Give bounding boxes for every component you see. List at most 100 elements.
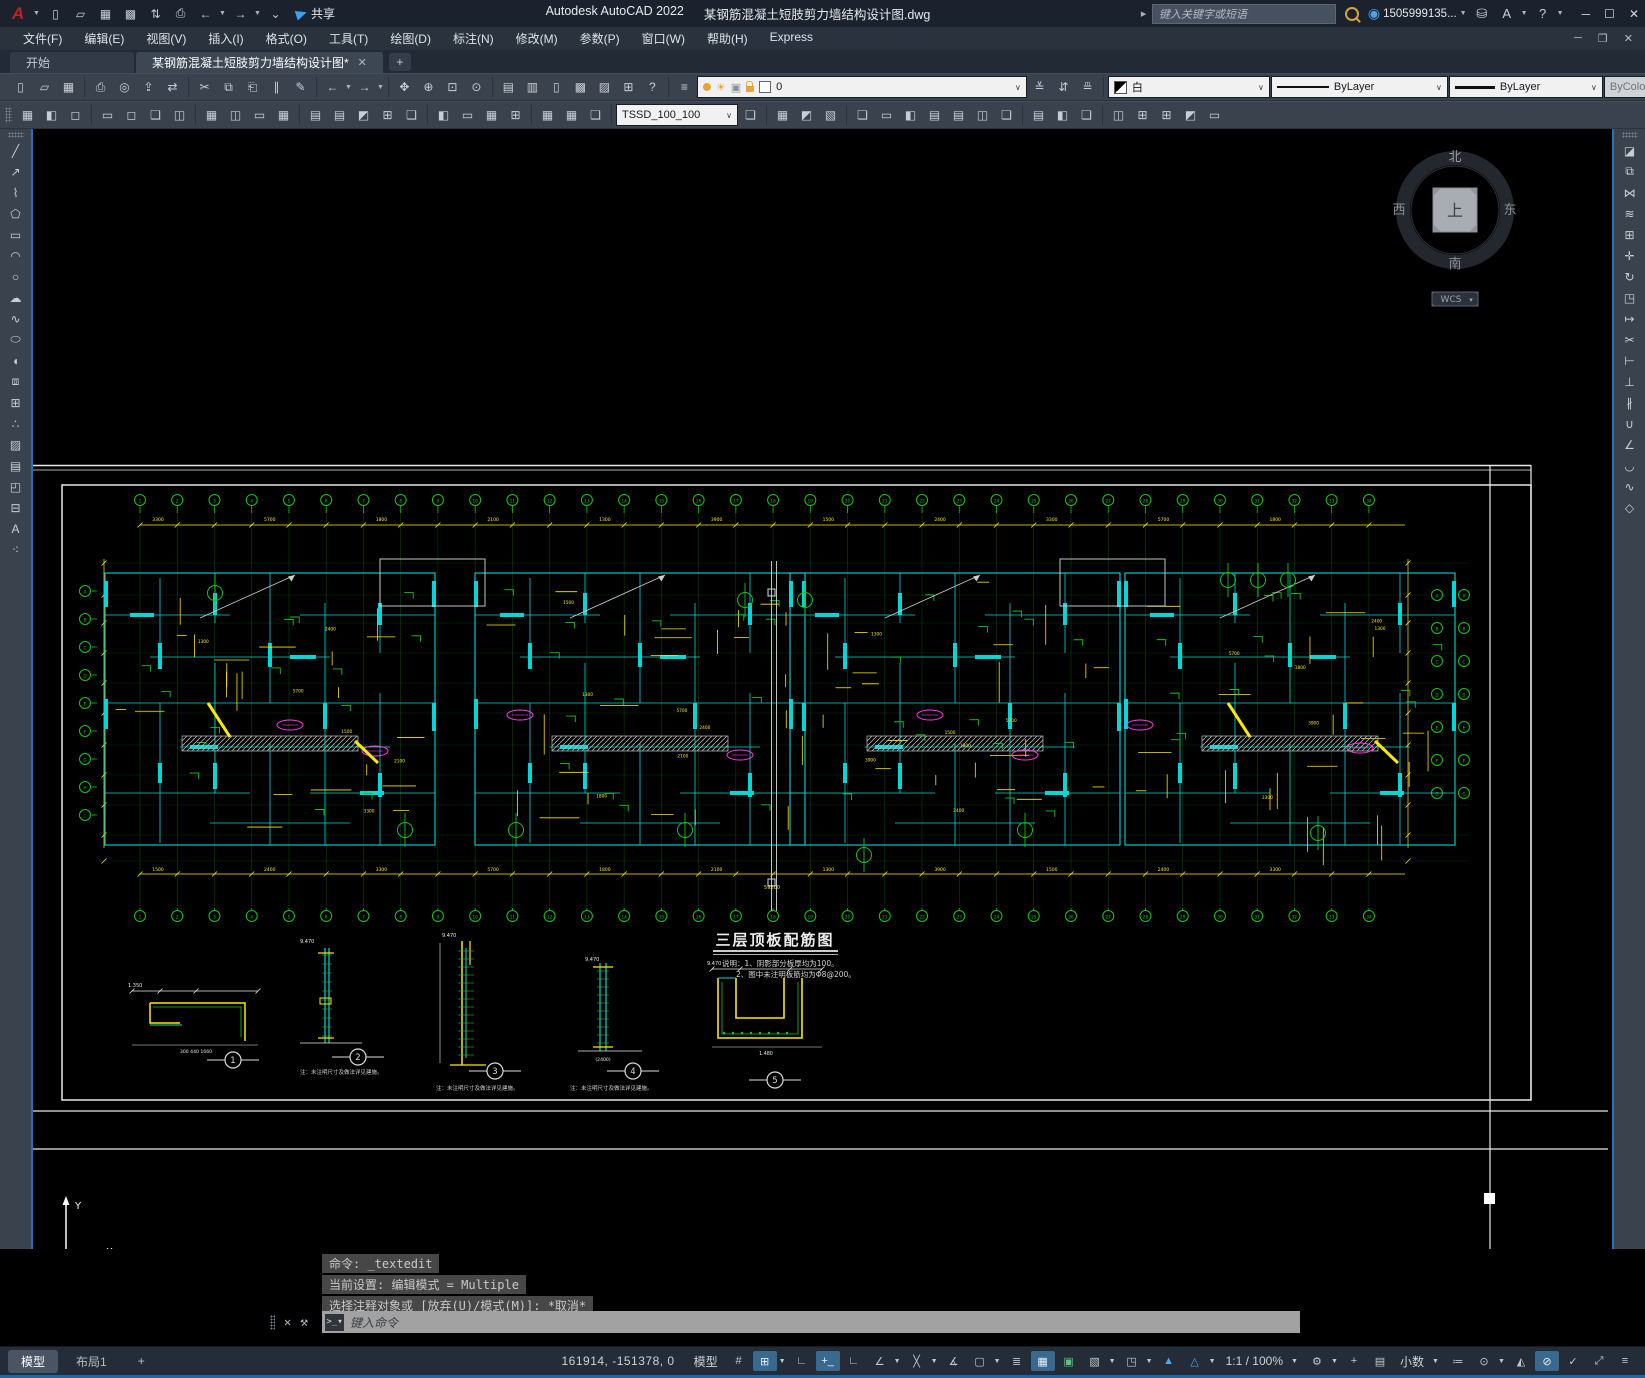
ortho-icon[interactable]: ∟ <box>842 1351 866 1371</box>
menu-1[interactable]: 文件(F) <box>12 27 73 50</box>
units-value[interactable]: 小数 <box>1397 1353 1427 1370</box>
layer-unlock-icon[interactable] <box>746 80 755 92</box>
undo-icon[interactable]: ← <box>194 3 217 25</box>
publish-icon[interactable]: ⇪ <box>137 76 160 98</box>
region-icon[interactable]: ◰ <box>3 476 29 497</box>
zoom-realtime-icon[interactable]: ⊕ <box>417 76 440 98</box>
dim-arc-length-icon[interactable]: ❏ <box>144 104 167 126</box>
break-at-point-icon[interactable]: ⊥ <box>1617 371 1643 392</box>
autoscale-arrow-icon[interactable]: ▼ <box>1209 1358 1218 1365</box>
dim-tolerance-icon[interactable]: ◧ <box>432 104 455 126</box>
open-from-mobile-icon[interactable]: ⇅ <box>144 3 167 25</box>
rectangle-icon[interactable]: ▭ <box>3 224 29 245</box>
color-faces-icon[interactable]: ▤ <box>1027 104 1050 126</box>
copy-clip-icon[interactable]: ⧉ <box>217 76 240 98</box>
chamfer-icon[interactable]: ∠ <box>1617 434 1643 455</box>
plot-icon[interactable]: ⎙ <box>89 76 112 98</box>
layer-control-dropdown[interactable]: ☀ ▣ 0 ∨ <box>696 76 1027 98</box>
rotate-icon[interactable]: ↻ <box>1617 266 1643 287</box>
autocad-logo-icon[interactable]: A <box>6 4 30 24</box>
toolbar-grip[interactable] <box>5 107 12 123</box>
snap-arrow-icon[interactable]: ▼ <box>779 1358 788 1365</box>
make-object-layer-current-icon[interactable]: ≚ <box>1028 76 1051 98</box>
open-icon[interactable]: ▱ <box>33 76 56 98</box>
linetype-control-arrow-icon[interactable]: ∨ <box>1436 83 1442 92</box>
dimstyle-control-arrow-icon[interactable]: ∨ <box>726 111 732 120</box>
save-icon[interactable]: ▦ <box>94 3 117 25</box>
object-snap-icon[interactable]: ╳ <box>905 1351 929 1371</box>
spline-icon[interactable]: ∿ <box>3 308 29 329</box>
polygon-icon[interactable]: ⬠ <box>3 203 29 224</box>
dim-break-icon[interactable]: ❏ <box>400 104 423 126</box>
dim-edit-icon[interactable]: ▦ <box>536 104 559 126</box>
tab-start[interactable]: 开始 <box>10 52 134 73</box>
dim-center-mark-icon[interactable]: ▭ <box>456 104 479 126</box>
polyline-icon[interactable]: ⌇ <box>3 182 29 203</box>
undo-history-arrow-icon[interactable]: ▼ <box>219 10 227 17</box>
pan-icon[interactable]: ✥ <box>393 76 416 98</box>
lineweight-control[interactable]: ByLayer ∨ <box>1448 76 1603 98</box>
annotation-monitor-icon[interactable]: ∡ <box>942 1351 966 1371</box>
save-as-icon[interactable]: ▩ <box>119 3 142 25</box>
gizmo-arrow-icon[interactable]: ▼ <box>1146 1358 1155 1365</box>
redo-history-arrow-icon[interactable]: ▼ <box>254 10 262 17</box>
insert-block-icon[interactable]: ⧈ <box>3 371 29 392</box>
dim-quick-icon[interactable]: ▤ <box>304 104 327 126</box>
separate-icon[interactable]: ⊞ <box>1155 104 1178 126</box>
etransmit-icon[interactable]: ⇄ <box>161 76 184 98</box>
command-input-bar[interactable]: >_▾ 键入命令 <box>322 1311 1300 1333</box>
zoom-window-icon[interactable]: ⊡ <box>441 76 464 98</box>
menu-2[interactable]: 编辑(E) <box>73 27 135 50</box>
save-icon[interactable]: ▦ <box>57 76 80 98</box>
properties-icon[interactable]: ▤ <box>497 76 520 98</box>
model-tab[interactable]: 模型 <box>8 1349 59 1373</box>
menu-9[interactable]: 修改(M) <box>505 27 569 50</box>
cut-icon[interactable]: ✂ <box>193 76 216 98</box>
filter-arrow-icon[interactable]: ▼ <box>1109 1358 1118 1365</box>
rotate-faces-icon[interactable]: ▤ <box>947 104 970 126</box>
blend-curves-icon[interactable]: ∿ <box>1617 476 1643 497</box>
structural-plan-drawing[interactable]: 1122334455667788991010111112121313141415… <box>33 129 1610 1249</box>
grid-icon[interactable]: # <box>727 1351 751 1371</box>
dim-update-icon[interactable]: ❏ <box>739 104 762 126</box>
copy-faces-icon[interactable]: ❏ <box>995 104 1018 126</box>
layer-previous-icon[interactable]: ⇵ <box>1052 76 1075 98</box>
account-arrow-icon[interactable]: ▼ <box>1460 10 1468 17</box>
break-icon[interactable]: ∦ <box>1617 392 1643 413</box>
tab-close-icon[interactable]: ✕ <box>358 56 367 69</box>
osnap-arrow-icon[interactable]: ▼ <box>931 1358 940 1365</box>
new-drawing-tab-button[interactable]: + <box>388 53 411 71</box>
help-arrow-icon[interactable]: ▼ <box>1557 10 1565 17</box>
menu-5[interactable]: 格式(O) <box>255 27 318 50</box>
lock-ui-icon[interactable]: ⊙ <box>1472 1351 1496 1371</box>
workspace-icon[interactable]: ⚙ <box>1305 1351 1329 1371</box>
point-icon[interactable]: ∴ <box>3 413 29 434</box>
dimstyle-control[interactable]: TSSD_100_100 ∨ <box>616 104 738 126</box>
copy-icon[interactable]: ⧉ <box>1617 161 1643 182</box>
command-customize-icon[interactable]: ⚒ <box>300 1315 308 1330</box>
crosshair-icon[interactable]: + <box>1342 1351 1366 1371</box>
layer-dropdown-arrow-icon[interactable]: ∨ <box>1015 83 1021 92</box>
linetype-control[interactable]: ByLayer ∨ <box>1270 76 1448 98</box>
explode-icon[interactable]: ◇ <box>1617 497 1643 518</box>
menu-6[interactable]: 工具(T) <box>318 27 379 50</box>
transparency-arrow-icon[interactable]: ▼ <box>994 1358 1003 1365</box>
new-icon[interactable]: ▯ <box>44 3 67 25</box>
edit-attribute-icon[interactable]: ▦ <box>16 104 39 126</box>
extrude-faces-icon[interactable]: ❏ <box>851 104 874 126</box>
design-center-icon[interactable]: ▥ <box>521 76 544 98</box>
app-store-cart-icon[interactable]: ⛁ <box>1471 4 1493 24</box>
dynamic-ucs-icon[interactable]: ▣ <box>1057 1351 1081 1371</box>
autodesk-app-arrow-icon[interactable]: ▼ <box>1521 10 1529 17</box>
join-icon[interactable]: ∪ <box>1617 413 1643 434</box>
shell-icon[interactable]: ◩ <box>1179 104 1202 126</box>
3d-object-snap-icon[interactable]: ▦ <box>1030 1351 1055 1371</box>
annotation-scale-arrow-icon[interactable]: ▼ <box>1291 1358 1300 1365</box>
polar-arrow-icon[interactable]: ▼ <box>894 1358 903 1365</box>
snap-icon[interactable]: ⊞ <box>752 1351 777 1371</box>
modify-toolbar-grip[interactable] <box>1621 132 1638 138</box>
undo-history-arrow-icon[interactable]: ▼ <box>345 84 352 91</box>
model-space-button[interactable]: 模型 <box>690 1353 722 1370</box>
revision-cloud-icon[interactable]: ☁ <box>3 287 29 308</box>
plotstyle-control[interactable]: ByColor∨ <box>1603 76 1645 98</box>
